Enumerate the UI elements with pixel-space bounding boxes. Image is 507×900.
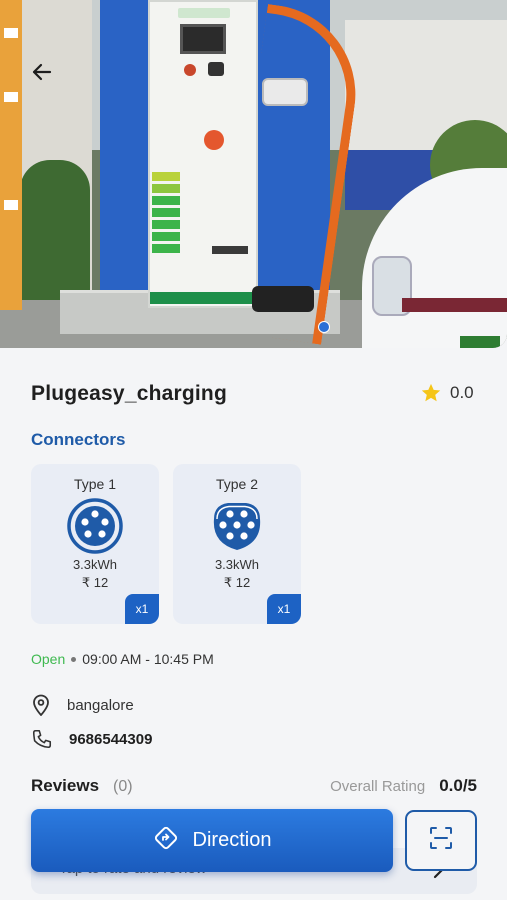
- connector-card-type1[interactable]: Type 1 3.3kWh ₹ 12 x1: [31, 464, 159, 624]
- location-row[interactable]: bangalore: [31, 694, 134, 716]
- direction-label: Direction: [192, 829, 272, 851]
- phone-number: 9686544309: [69, 730, 153, 748]
- overall-rating-label: Overall Rating: [330, 778, 426, 795]
- reviews-label: Reviews: [31, 776, 100, 795]
- open-status: Open: [31, 651, 66, 667]
- reviews-count: (0): [113, 778, 133, 795]
- phone-icon: [31, 728, 53, 750]
- type2-connector-icon: [208, 497, 266, 555]
- station-photo: [0, 0, 507, 348]
- separator-dot: [71, 656, 77, 662]
- connector-count-badge: x1: [267, 594, 301, 624]
- scan-button[interactable]: [405, 810, 477, 871]
- location-text: bangalore: [67, 696, 134, 714]
- connector-power: 3.3kWh: [72, 557, 118, 572]
- station-rating: 0.0: [420, 382, 474, 404]
- reviews-header: Reviews (0) Overall Rating 0.0/5: [31, 776, 477, 796]
- connector-type: Type 2: [215, 476, 259, 492]
- back-arrow-icon[interactable]: [26, 56, 58, 88]
- connector-power: 3.3kWh: [214, 557, 260, 572]
- carousel-indicator[interactable]: [318, 321, 330, 333]
- connector-type: Type 1: [73, 476, 117, 492]
- rating-value: 0.0: [450, 383, 474, 402]
- connectors-heading: Connectors: [31, 430, 126, 449]
- direction-button[interactable]: Direction: [31, 809, 393, 872]
- connector-count-badge: x1: [125, 594, 159, 624]
- location-pin-icon: [31, 694, 51, 716]
- scan-icon: [428, 825, 454, 856]
- connector-price: ₹ 12: [81, 575, 109, 590]
- phone-row[interactable]: 9686544309: [31, 728, 152, 750]
- hours-range: 09:00 AM - 10:45 PM: [82, 651, 214, 667]
- connector-price: ₹ 12: [223, 575, 251, 590]
- type1-connector-icon: [66, 497, 124, 555]
- overall-rating-value: 0.0/5: [439, 776, 477, 795]
- direction-icon: [153, 825, 179, 857]
- opening-hours: Open 09:00 AM - 10:45 PM: [31, 651, 214, 667]
- station-name: Plugeasy_charging: [31, 382, 227, 405]
- star-icon: [420, 382, 442, 404]
- connector-card-type2[interactable]: Type 2 3.3kWh ₹ 12 x1: [173, 464, 301, 624]
